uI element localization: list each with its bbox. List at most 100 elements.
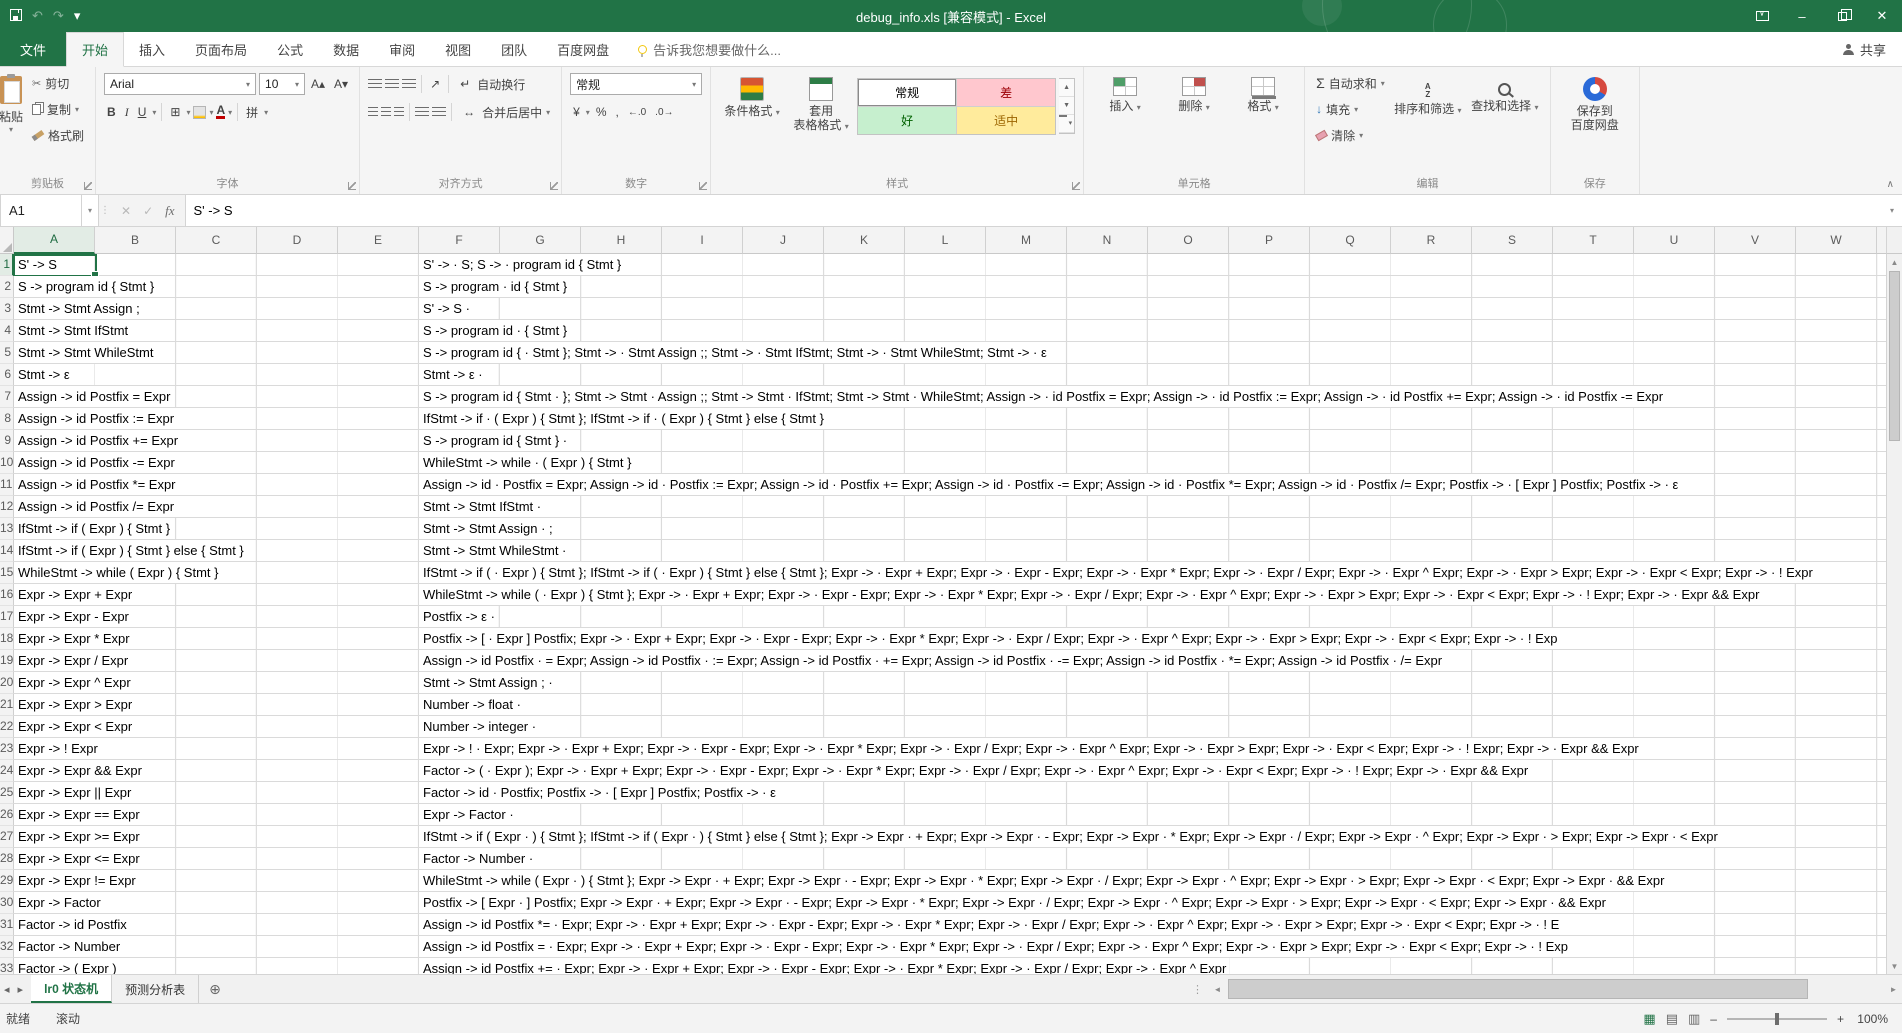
redo-icon[interactable]: ↷	[53, 8, 64, 24]
row-header-29[interactable]: 29	[0, 870, 14, 892]
cell-A9[interactable]: Assign -> id Postfix += Expr	[14, 430, 419, 452]
row-header-7[interactable]: 7	[0, 386, 14, 408]
scroll-left-icon[interactable]: ◄	[1209, 985, 1226, 994]
undo-icon[interactable]: ↶	[32, 8, 43, 24]
accounting-dropdown-icon[interactable]: ▾	[586, 108, 590, 117]
column-header-Q[interactable]: Q	[1310, 227, 1391, 254]
borders-icon[interactable]: ⊞	[167, 105, 183, 119]
paste-dropdown-icon[interactable]: ▾	[9, 125, 13, 134]
font-size-select[interactable]: 10 ▾	[259, 73, 306, 95]
gallery-more-icon[interactable]: ▾	[1059, 114, 1075, 133]
decrease-indent-icon[interactable]	[415, 106, 430, 118]
cell-style-swatch-2[interactable]: 好	[858, 107, 957, 134]
merge-center-button[interactable]: ↔ 合并后居中 ▾	[457, 101, 553, 123]
font-dialog-launcher-icon[interactable]	[348, 182, 357, 190]
cell-F20[interactable]: Stmt -> Stmt Assign ; ·	[419, 672, 1886, 694]
cell-F26[interactable]: Expr -> Factor ·	[419, 804, 1886, 826]
collapse-ribbon-icon[interactable]: ∧	[1887, 179, 1894, 190]
comma-style-icon[interactable]: ,	[612, 105, 621, 119]
column-header-J[interactable]: J	[743, 227, 824, 254]
new-sheet-button[interactable]: ⊕	[199, 975, 231, 1003]
column-header-G[interactable]: G	[500, 227, 581, 254]
phonetic-guide-icon[interactable]: 拼	[243, 104, 261, 121]
cell-A13[interactable]: IfStmt -> if ( Expr ) { Stmt }	[14, 518, 419, 540]
row-header-4[interactable]: 4	[0, 320, 14, 342]
column-header-P[interactable]: P	[1229, 227, 1310, 254]
ribbon-tab-home[interactable]: 开始	[66, 32, 125, 67]
cell-A17[interactable]: Expr -> Expr - Expr	[14, 606, 419, 628]
column-header-O[interactable]: O	[1148, 227, 1229, 254]
accounting-format-icon[interactable]: ¥	[570, 105, 583, 119]
cell-F31[interactable]: Assign -> id Postfix *= · Expr; Expr -> …	[419, 914, 1886, 936]
column-header-M[interactable]: M	[986, 227, 1067, 254]
insert-cells-button[interactable]: 插入 ▾	[1092, 72, 1158, 115]
increase-decimal-icon[interactable]: ←.0	[625, 107, 649, 118]
cell-F21[interactable]: Number -> float ·	[419, 694, 1886, 716]
ribbon-tab-page-layout[interactable]: 页面布局	[180, 32, 262, 66]
save-to-baidu-button[interactable]: 保存到 百度网盘	[1559, 72, 1631, 132]
cell-A32[interactable]: Factor -> Number	[14, 936, 419, 958]
orientation-icon[interactable]: ↗	[427, 77, 443, 91]
number-format-select[interactable]: 常规 ▾	[570, 73, 703, 95]
cell-F9[interactable]: S -> program id { Stmt } ·	[419, 430, 1886, 452]
cell-A28[interactable]: Expr -> Expr <= Expr	[14, 848, 419, 870]
row-header-23[interactable]: 23	[0, 738, 14, 760]
row-header-21[interactable]: 21	[0, 694, 14, 716]
row-header-19[interactable]: 19	[0, 650, 14, 672]
row-header-11[interactable]: 11	[0, 474, 14, 496]
row-header-9[interactable]: 9	[0, 430, 14, 452]
cell-A3[interactable]: Stmt -> Stmt Assign ;	[14, 298, 419, 320]
cell-F27[interactable]: IfStmt -> if ( Expr · ) { Stmt }; IfStmt…	[419, 826, 1886, 848]
restore-icon[interactable]	[1822, 0, 1862, 32]
tab-scrollbar-splitter[interactable]: ⋮	[1186, 983, 1209, 996]
cell-F17[interactable]: Postfix -> ε ·	[419, 606, 1886, 628]
zoom-slider[interactable]	[1726, 1012, 1827, 1025]
row-header-16[interactable]: 16	[0, 584, 14, 606]
align-right-icon[interactable]	[394, 106, 405, 118]
align-middle-icon[interactable]	[385, 78, 400, 90]
decrease-font-size-icon[interactable]: A▾	[331, 77, 351, 91]
column-header-V[interactable]: V	[1715, 227, 1796, 254]
ribbon-display-options-icon[interactable]	[1742, 0, 1782, 32]
name-box[interactable]: A1	[0, 195, 82, 226]
enter-formula-icon[interactable]: ✓	[143, 204, 153, 218]
cell-F19[interactable]: Assign -> id Postfix · = Expr; Assign ->…	[419, 650, 1886, 672]
cut-button[interactable]: ✂ 剪切	[29, 72, 72, 94]
fill-color-icon[interactable]	[193, 105, 207, 119]
row-header-24[interactable]: 24	[0, 760, 14, 782]
expand-formula-bar-icon[interactable]: ▾	[1882, 195, 1902, 226]
align-top-icon[interactable]	[368, 78, 383, 90]
cell-A12[interactable]: Assign -> id Postfix /= Expr	[14, 496, 419, 518]
ribbon-tab-baidu-netdisk[interactable]: 百度网盘	[542, 32, 624, 66]
vertical-scroll-track[interactable]	[1887, 270, 1902, 958]
cell-F2[interactable]: S -> program · id { Stmt }	[419, 276, 1886, 298]
cell-A2[interactable]: S -> program id { Stmt }	[14, 276, 419, 298]
column-header-H[interactable]: H	[581, 227, 662, 254]
font-color-dropdown-icon[interactable]: ▾	[228, 108, 232, 117]
cell-style-swatch-1[interactable]: 差	[957, 79, 1056, 106]
cell-F12[interactable]: Stmt -> Stmt IfStmt ·	[419, 496, 1886, 518]
cell-A33[interactable]: Factor -> ( Expr )	[14, 958, 419, 974]
row-header-32[interactable]: 32	[0, 936, 14, 958]
cell-A19[interactable]: Expr -> Expr / Expr	[14, 650, 419, 672]
row-header-28[interactable]: 28	[0, 848, 14, 870]
save-icon[interactable]	[10, 8, 22, 24]
tell-me-box[interactable]: 告诉我您想要做什么...	[638, 32, 781, 66]
column-header-T[interactable]: T	[1553, 227, 1634, 254]
sheet-nav-left-icon[interactable]: ◂	[4, 983, 10, 996]
font-family-select[interactable]: Arial ▾	[104, 73, 257, 95]
page-layout-view-icon[interactable]: ▤	[1666, 1011, 1678, 1027]
font-color-icon[interactable]: A	[216, 104, 226, 119]
cell-F5[interactable]: S -> program id { · Stmt }; Stmt -> · St…	[419, 342, 1886, 364]
column-header-F[interactable]: F	[419, 227, 500, 254]
cell-F11[interactable]: Assign -> id · Postfix = Expr; Assign ->…	[419, 474, 1886, 496]
underline-button[interactable]: U	[135, 105, 150, 119]
cell-A8[interactable]: Assign -> id Postfix := Expr	[14, 408, 419, 430]
grid-rows[interactable]: 1 S' -> S S' -> · S; S -> · program id { S…	[0, 254, 1886, 974]
row-header-31[interactable]: 31	[0, 914, 14, 936]
cell-A24[interactable]: Expr -> Expr && Expr	[14, 760, 419, 782]
cell-A25[interactable]: Expr -> Expr || Expr	[14, 782, 419, 804]
scroll-down-icon[interactable]: ▼	[1887, 958, 1902, 974]
cell-A21[interactable]: Expr -> Expr > Expr	[14, 694, 419, 716]
cell-A6[interactable]: Stmt -> ε	[14, 364, 419, 386]
